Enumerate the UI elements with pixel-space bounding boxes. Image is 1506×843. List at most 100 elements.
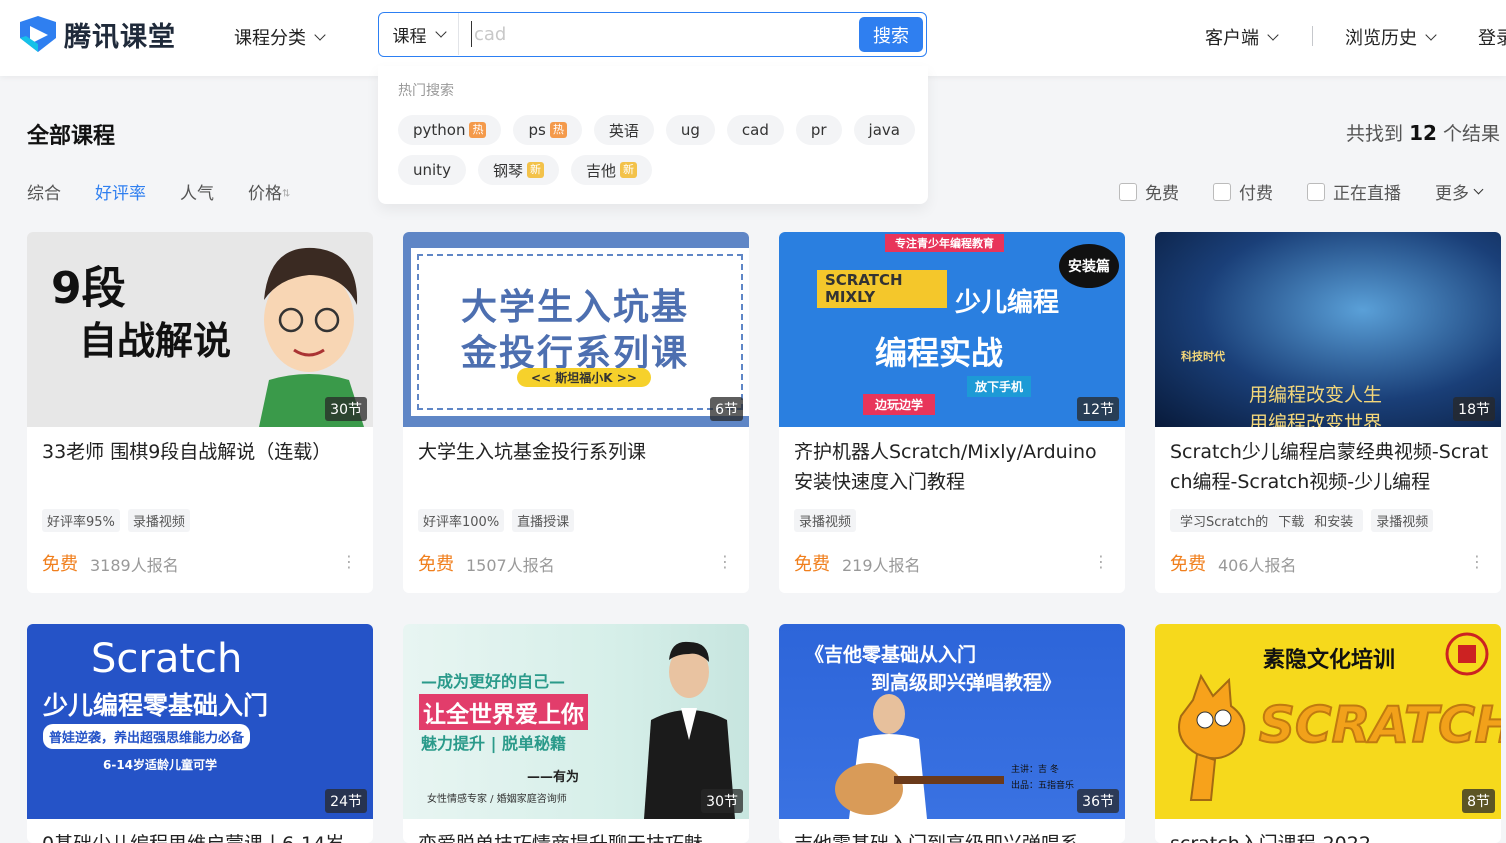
thumb-text: —成为更好的自己— [421, 672, 566, 691]
thumb-text: 科技时代 [1181, 350, 1225, 363]
logo-text: 腾讯课堂 [64, 21, 176, 53]
course-title[interactable]: scratch入门课程-2022 [1170, 829, 1490, 843]
hot-search-tag[interactable]: ps 热 [513, 115, 582, 145]
filter-free[interactable]: 免费 [1119, 179, 1179, 204]
filter-live-label: 正在直播 [1333, 184, 1401, 204]
enroll-count: 219人报名 [842, 556, 921, 575]
sort-price[interactable]: 价格⇅ [248, 179, 290, 204]
hot-search-tag[interactable]: ug [665, 115, 715, 145]
search-type-label: 课程 [392, 26, 427, 47]
course-title[interactable]: 0基础少儿编程思维启蒙课丨6-14岁 [42, 829, 362, 843]
hot-search-tag[interactable]: cad [726, 115, 784, 145]
badge: 录播视频 [794, 509, 857, 532]
course-price: 免费 [418, 554, 454, 575]
hot-search-tag[interactable]: pr [795, 115, 842, 145]
search-bar: 课程 搜索 [378, 12, 927, 57]
sort-popularity[interactable]: 人气 [180, 179, 214, 204]
client-menu[interactable]: 客户端 [1205, 24, 1279, 50]
course-card[interactable]: 素隐文化培训 SCRATCH 8节 scratch入门课程-2022 [1155, 624, 1501, 843]
course-price: 免费 [42, 554, 78, 575]
thumb-text: 专注青少年编程教育 [885, 234, 1004, 252]
hot-search-tag-label: python [413, 121, 466, 139]
course-thumbnail: —成为更好的自己— 让全世界爱上你 魅力提升 | 脱单秘籍 ——有为 女性情感专… [403, 624, 749, 819]
course-card[interactable]: 大学生入坑基 金投行系列课 << 斯坦福小K >> 6节 大学生入坑基金投行系列… [403, 232, 749, 593]
search-input[interactable] [471, 21, 841, 47]
sort-comprehensive[interactable]: 综合 [27, 179, 61, 204]
course-card[interactable]: —成为更好的自己— 让全世界爱上你 魅力提升 | 脱单秘籍 ——有为 女性情感专… [403, 624, 749, 843]
hot-search-title: 热门搜索 [398, 83, 454, 99]
more-options-icon[interactable]: ⋮ [1469, 552, 1485, 571]
hot-search-tags: python 热 ps 热 英语 ug cad pr java unity 钢琴新吉他新 [398, 115, 918, 185]
search-type-select[interactable]: 课程 [379, 13, 459, 55]
course-category-menu[interactable]: 课程分类 [234, 24, 326, 50]
badge-prefix: 学习Scratch的 [1175, 513, 1274, 532]
sort-rating[interactable]: 好评率 [95, 179, 146, 204]
seal-logo-icon [1445, 632, 1489, 676]
filter-live[interactable]: 正在直播 [1307, 179, 1401, 204]
enroll-count: 406人报名 [1218, 556, 1297, 575]
more-options-icon[interactable]: ⋮ [1093, 552, 1109, 571]
sort-price-label: 价格 [248, 184, 282, 204]
course-thumbnail: Scratch 少儿编程零基础入门 普娃逆袭，养出超强思维能力必备 6-14岁适… [27, 624, 373, 819]
chevron-down-icon [1473, 184, 1484, 194]
login-link[interactable]: 登录 [1478, 24, 1506, 50]
course-title[interactable]: 恋爱脱单技巧情商提升聊天技巧魅 [418, 829, 738, 843]
thumb-text: 9段 [51, 263, 126, 314]
badge-highlight: 下载 [1273, 513, 1310, 532]
lesson-count-badge: 6节 [710, 397, 743, 421]
hot-search-tag[interactable]: 英语 [593, 115, 654, 145]
new-badge: 新 [619, 162, 637, 178]
thumb-text: 用编程改变世界 [1249, 412, 1383, 427]
result-count: 共找到 12 个结果 [1346, 119, 1500, 146]
logo[interactable]: 腾讯课堂 [16, 14, 176, 54]
search-button[interactable]: 搜索 [859, 17, 923, 52]
lesson-count-badge: 18节 [1453, 397, 1495, 421]
course-thumbnail: 科技时代 用编程改变人生 用编程改变世界 18节 [1155, 232, 1501, 427]
filter-paid[interactable]: 付费 [1213, 179, 1273, 204]
course-badges: 好评率100% 直播授课 [418, 509, 575, 532]
hot-search-tag[interactable]: unity [398, 155, 466, 185]
course-title[interactable]: 吉他零基础入门到高级即兴弹唱系 [794, 829, 1114, 843]
more-options-icon[interactable]: ⋮ [717, 552, 733, 571]
hot-search-tag[interactable]: java [853, 115, 915, 145]
course-badges: 录播视频 [794, 509, 857, 532]
chevron-down-icon [434, 25, 447, 38]
course-title[interactable]: 大学生入坑基金投行系列课 [418, 437, 738, 467]
thumb-text: << 斯坦福小K >> [517, 368, 651, 387]
course-card[interactable]: 《吉他零基础从入门 到高级即兴弹唱教程》 主讲：吉 冬 出品：五指音乐 36节 … [779, 624, 1125, 843]
thumb-text: 普娃逆袭，养出超强思维能力必备 [43, 724, 251, 749]
client-label: 客户端 [1205, 28, 1259, 49]
new-badge: 新 [526, 162, 544, 178]
filter-checkboxes: 免费 付费 正在直播 更多 [1119, 179, 1484, 204]
hot-search-tag[interactable]: 钢琴新 [477, 155, 559, 185]
history-label: 浏览历史 [1345, 28, 1417, 49]
more-options-icon[interactable]: ⋮ [341, 552, 357, 571]
hot-search-tag-label: cad [741, 121, 769, 139]
thumb-text: 少儿编程 [955, 288, 1060, 318]
enroll-count: 3189人报名 [90, 556, 179, 575]
course-title[interactable]: 齐护机器人Scratch/Mixly/Arduino安装快速度入门教程 [794, 437, 1114, 497]
more-filters[interactable]: 更多 [1435, 179, 1484, 204]
lesson-count-badge: 30节 [325, 397, 367, 421]
thumb-text: 边玩边学 [863, 394, 936, 415]
checkbox-icon [1119, 182, 1137, 201]
logo-play-icon [20, 16, 56, 52]
course-card[interactable]: Scratch 少儿编程零基础入门 普娃逆袭，养出超强思维能力必备 6-14岁适… [27, 624, 373, 843]
result-prefix: 共找到 [1346, 123, 1404, 145]
hot-search-tag-label: 英语 [608, 121, 639, 140]
history-menu[interactable]: 浏览历史 [1345, 24, 1437, 50]
thumb-text: 6-14岁适龄儿童可学 [103, 758, 218, 772]
thumb-text: 主讲：吉 冬 [1011, 765, 1059, 775]
hot-search-tag[interactable]: 吉他新 [570, 155, 652, 185]
enroll-count: 1507人报名 [466, 556, 555, 575]
course-card[interactable]: 科技时代 用编程改变人生 用编程改变世界 18节 Scratch少儿编程启蒙经典… [1155, 232, 1501, 593]
course-title[interactable]: Scratch少儿编程启蒙经典视频-Scratch编程-Scratch视频-少儿… [1170, 437, 1490, 497]
lesson-count-badge: 24节 [325, 789, 367, 813]
hot-search-tag[interactable]: python 热 [398, 115, 502, 145]
course-card[interactable]: 专注青少年编程教育 SCRATCH MIXLY 少儿编程 编程实战 安装篇 放下… [779, 232, 1125, 593]
thumb-text: 到高级即兴弹唱教程》 [871, 672, 1062, 694]
course-card[interactable]: 9段 自战解说 30节 33老师 围棋9段自战解说（连载） 好评率95% 录播视… [27, 232, 373, 593]
hot-search-tag-label: pr [810, 121, 827, 139]
course-title[interactable]: 33老师 围棋9段自战解说（连载） [42, 437, 362, 467]
course-thumbnail: 素隐文化培训 SCRATCH 8节 [1155, 624, 1501, 819]
